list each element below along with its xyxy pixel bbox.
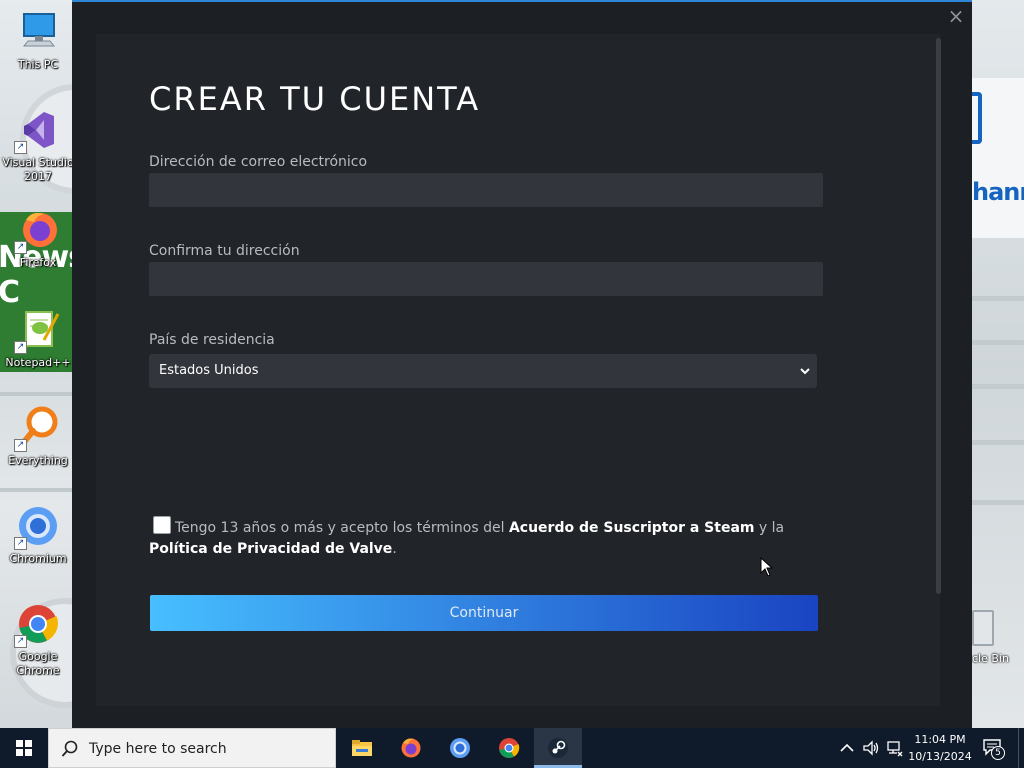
desktop-icon-label: Notepad++ <box>5 356 71 369</box>
visual-studio-icon: ↗ <box>14 106 62 154</box>
create-account-dialog: × CREAR TU CUENTA Dirección de correo el… <box>72 0 972 728</box>
chromium-icon <box>450 738 470 758</box>
desktop-icon-firefox[interactable]: ↗ Firefox <box>0 206 76 270</box>
terms-text: Tengo 13 años o más y acepto los término… <box>149 518 799 560</box>
confirm-email-field[interactable] <box>149 262 823 296</box>
volume-icon[interactable] <box>862 739 880 757</box>
clock-time: 11:04 PM <box>914 733 966 746</box>
wallpaper-stripe <box>972 340 1024 345</box>
desktop-icon-everything[interactable]: ↗ Everything <box>0 404 76 468</box>
page-title: CREAR TU CUENTA <box>149 80 481 118</box>
taskbar-app-firefox[interactable] <box>387 728 435 768</box>
wallpaper-stripe <box>972 440 1024 445</box>
wallpaper-stripe <box>972 384 1024 389</box>
network-icon[interactable] <box>886 739 904 757</box>
taskbar-search-box[interactable]: Type here to search <box>48 728 336 768</box>
shortcut-arrow-icon: ↗ <box>14 439 27 452</box>
wallpaper-stripe <box>0 488 72 492</box>
windows-logo-icon <box>16 740 32 756</box>
country-select[interactable]: Estados Unidos <box>149 354 817 388</box>
close-button[interactable]: × <box>946 6 966 26</box>
show-desktop-button[interactable] <box>1018 728 1024 768</box>
taskbar-app-chrome[interactable] <box>485 728 533 768</box>
desktop-icon-chromium[interactable]: ↗ Chromium <box>0 502 76 566</box>
wallpaper-stripe <box>0 392 72 396</box>
privacy-policy-link[interactable]: Política de Privacidad de Valve <box>149 541 392 557</box>
folder-icon <box>352 740 372 756</box>
desktop-icon-label: Chromium <box>9 552 67 565</box>
desktop-icon-label: Firefox <box>19 256 57 269</box>
chrome-icon <box>499 738 520 758</box>
system-clock[interactable]: 11:04 PM 10/13/2024 <box>906 731 974 765</box>
desktop-wallpaper-right: hanne cle Bin <box>972 0 1024 728</box>
dialog-scrollbar[interactable] <box>934 34 944 706</box>
firefox-icon: ↗ <box>14 206 62 254</box>
desktop-icon-label: This PC <box>17 58 59 71</box>
clock-date: 10/13/2024 <box>908 750 972 763</box>
chromium-icon: ↗ <box>14 502 62 550</box>
notification-count-badge: 5 <box>991 746 1005 760</box>
mouse-cursor-icon <box>760 557 774 577</box>
recycle-bin-label: cle Bin <box>972 652 1009 665</box>
taskbar-app-chromium[interactable] <box>436 728 484 768</box>
wallpaper-stripe <box>972 500 1024 505</box>
desktop-icon-visual-studio[interactable]: ↗ Visual Studio 2017 <box>0 106 76 184</box>
email-label: Dirección de correo electrónico <box>149 154 368 170</box>
search-icon <box>61 740 78 757</box>
shortcut-arrow-icon: ↗ <box>14 141 27 154</box>
desktop-icon-notepadplusplus[interactable]: ↗ Notepad++ <box>0 306 76 370</box>
terms-text-after: . <box>392 541 397 557</box>
desktop-icon-label: Google Chrome <box>16 650 60 677</box>
terms-text-middle: y la <box>754 520 785 536</box>
desktop-icon-label: Visual Studio 2017 <box>2 156 74 183</box>
shortcut-arrow-icon: ↗ <box>14 241 27 254</box>
taskbar: Type here to search 11:04 PM 10/13/2024 … <box>0 728 1024 768</box>
notepadplusplus-icon: ↗ <box>14 306 62 354</box>
country-select-value: Estados Unidos <box>159 363 259 378</box>
everything-search-icon: ↗ <box>14 404 62 452</box>
shortcut-arrow-icon: ↗ <box>14 635 27 648</box>
show-hidden-icons-chevron-icon[interactable] <box>838 739 856 757</box>
terms-text-before: Tengo 13 años o más y acepto los término… <box>175 520 509 536</box>
steam-icon <box>548 738 568 758</box>
wallpaper-text: hanne <box>972 178 1024 206</box>
firefox-icon <box>401 738 421 758</box>
chrome-icon: ↗ <box>14 600 62 648</box>
taskbar-app-file-explorer[interactable] <box>338 728 386 768</box>
computer-icon <box>14 8 62 56</box>
desktop-icon-this-pc[interactable]: This PC <box>0 8 76 72</box>
country-label: País de residencia <box>149 332 275 348</box>
desktop-icon-google-chrome[interactable]: ↗ Google Chrome <box>0 600 76 678</box>
action-center-button[interactable]: 5 <box>982 738 1005 760</box>
wallpaper-bracket <box>972 92 982 144</box>
desktop-icon-label: Everything <box>8 454 68 467</box>
search-placeholder: Type here to search <box>89 741 227 757</box>
chevron-down-icon <box>800 368 810 375</box>
wallpaper-stripe <box>972 296 1024 301</box>
shortcut-arrow-icon: ↗ <box>14 341 27 354</box>
shortcut-arrow-icon: ↗ <box>14 537 27 550</box>
continue-button[interactable]: Continuar <box>150 595 818 631</box>
taskbar-app-steam[interactable] <box>534 728 582 768</box>
subscriber-agreement-link[interactable]: Acuerdo de Suscriptor a Steam <box>509 520 755 536</box>
scrollbar-thumb[interactable] <box>936 38 941 594</box>
email-field[interactable] <box>149 173 823 207</box>
start-button[interactable] <box>0 728 48 768</box>
confirm-email-label: Confirma tu dirección <box>149 243 300 259</box>
recycle-bin-icon[interactable] <box>972 610 994 646</box>
